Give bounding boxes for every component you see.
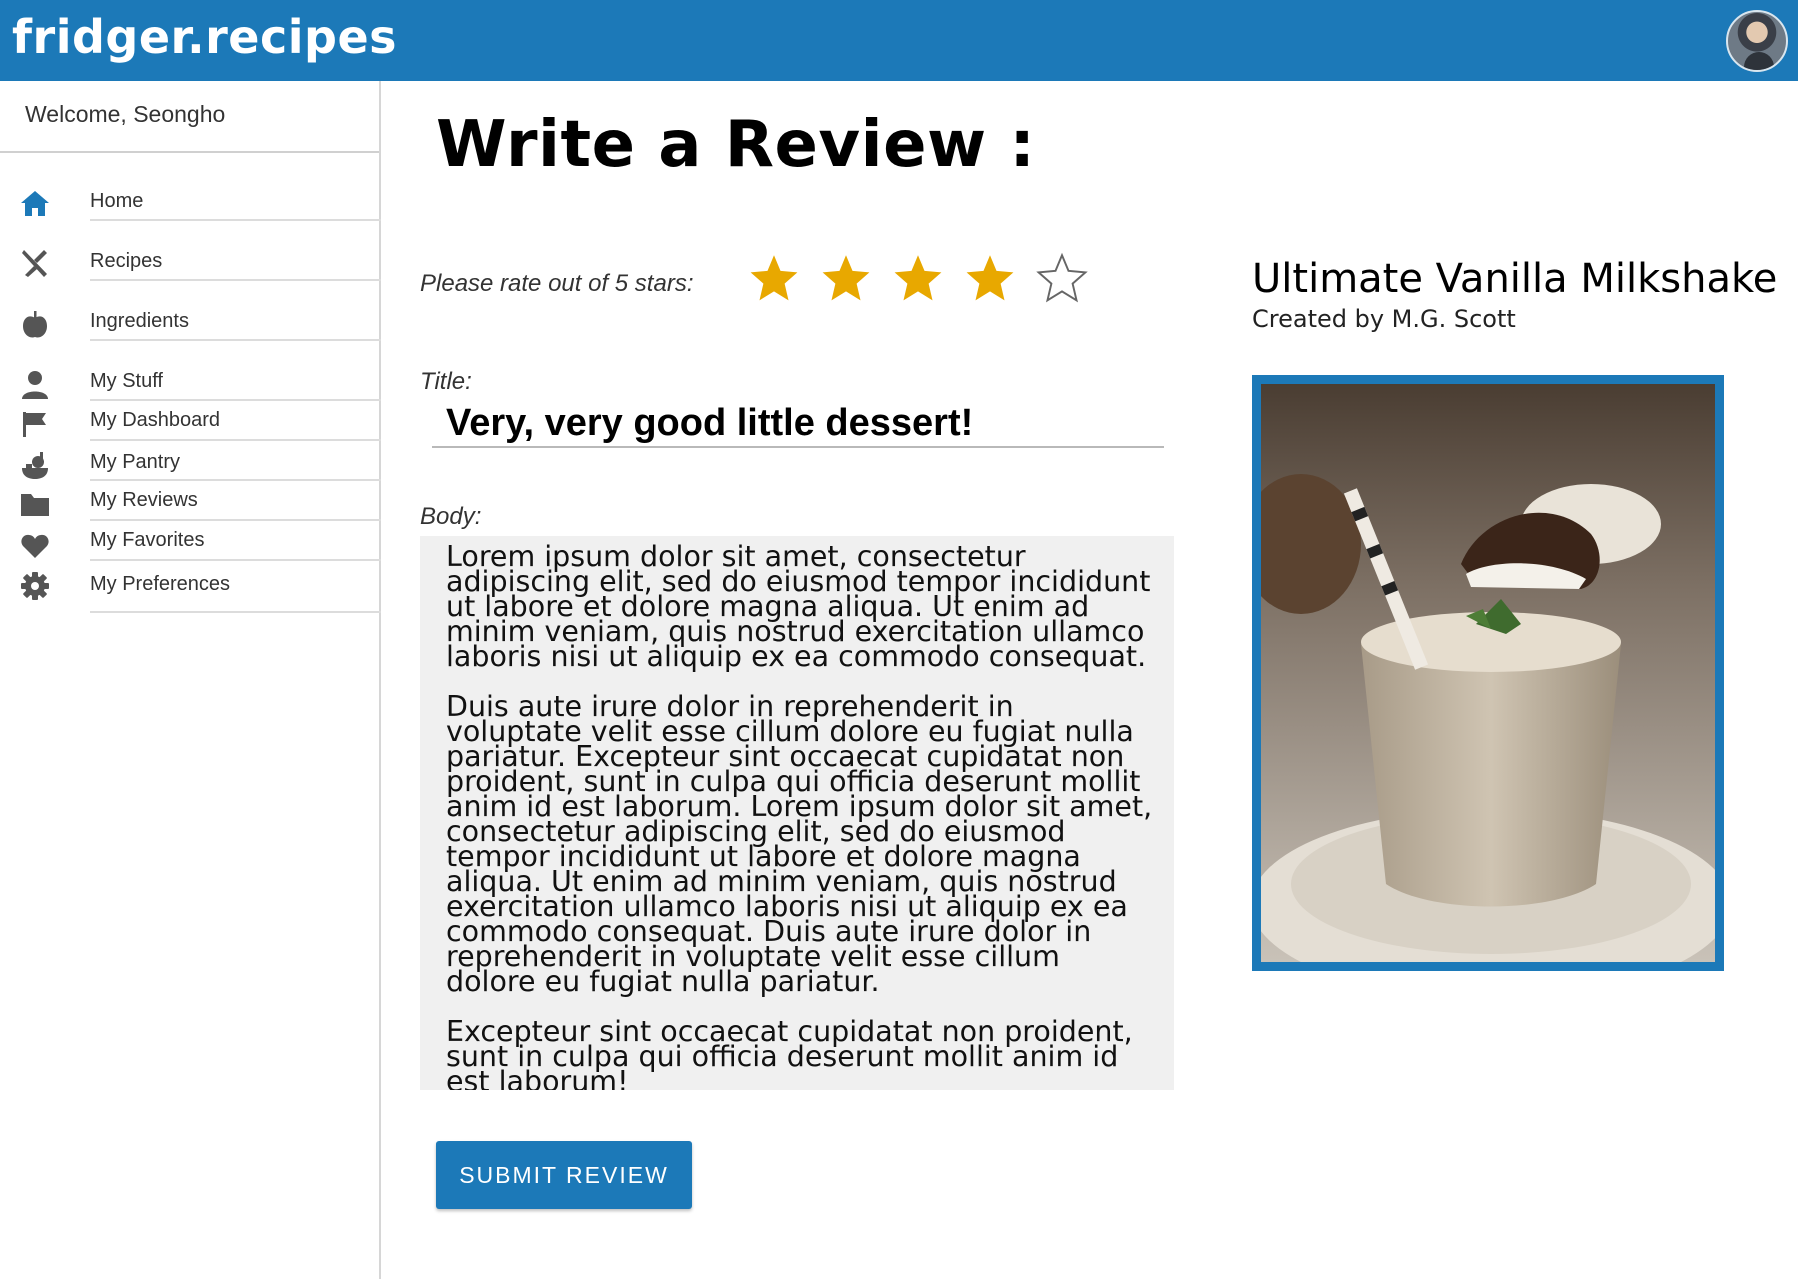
sidebar-item-label: Home	[90, 190, 144, 212]
sidebar-item-recipes[interactable]: Recipes	[0, 236, 381, 296]
sidebar-item-home[interactable]: Home	[0, 176, 381, 236]
milkshake-photo	[1261, 384, 1715, 962]
welcome-text: Welcome, Seongho	[0, 81, 379, 153]
sidebar-item-my-pantry[interactable]: My Pantry	[0, 441, 381, 481]
sidebar-item-my-favorites[interactable]: My Favorites	[0, 521, 381, 561]
sidebar-item-label: My Reviews	[90, 489, 198, 511]
body-paragraph: Excepteur sint occaecat cupidatat non pr…	[446, 1015, 1133, 1090]
sidebar-item-my-preferences[interactable]: My Preferences	[0, 561, 381, 605]
sidebar-item-my-reviews[interactable]: My Reviews	[0, 481, 381, 521]
star-icon[interactable]	[892, 252, 944, 304]
sidebar-item-label: My Dashboard	[90, 409, 221, 431]
body-label: Body:	[420, 503, 482, 530]
body-paragraph: Duis aute irure dolor in reprehenderit i…	[446, 690, 1153, 998]
star-rating[interactable]	[748, 252, 1088, 304]
submit-review-button[interactable]: SUBMIT REVIEW	[436, 1141, 692, 1209]
user-avatar[interactable]	[1726, 10, 1788, 72]
recipe-name: Ultimate Vanilla Milkshake	[1252, 256, 1778, 302]
sidebar-item-label: Recipes	[90, 250, 163, 272]
review-title-input[interactable]	[432, 400, 1164, 448]
sidebar-item-label: My Preferences	[90, 573, 231, 595]
folder-icon	[20, 489, 50, 519]
review-body-textarea[interactable]: Lorem ipsum dolor sit amet, consectetur …	[420, 536, 1174, 1090]
body-paragraph: Lorem ipsum dolor sit amet, consectetur …	[446, 540, 1151, 673]
star-icon[interactable]	[964, 252, 1016, 304]
recipe-author: Created by M.G. Scott	[1252, 305, 1516, 333]
pantry-icon	[20, 451, 50, 481]
user-icon	[20, 370, 50, 400]
apple-icon	[20, 310, 50, 340]
sidebar-item-my-dashboard[interactable]: My Dashboard	[0, 401, 381, 441]
sidebar: Welcome, Seongho Home Recipes Ingredient…	[0, 81, 381, 1279]
sidebar-item-label: My Favorites	[90, 529, 205, 551]
star-icon[interactable]	[1036, 252, 1088, 304]
star-icon[interactable]	[748, 252, 800, 304]
top-bar: fridger.recipes	[0, 0, 1798, 81]
title-label: Title:	[420, 368, 472, 395]
rating-label: Please rate out of 5 stars:	[420, 270, 694, 297]
sidebar-item-ingredients[interactable]: Ingredients	[0, 296, 381, 356]
sidebar-item-label: My Stuff	[90, 370, 163, 392]
page-title: Write a Review :	[436, 108, 1036, 182]
gear-icon	[20, 571, 50, 601]
brand-logo[interactable]: fridger.recipes	[12, 10, 397, 64]
home-icon	[20, 188, 50, 218]
sidebar-item-label: Ingredients	[90, 310, 189, 332]
utensils-icon	[20, 248, 50, 278]
flag-icon	[20, 409, 50, 439]
heart-icon	[20, 531, 50, 561]
sidebar-item-label: My Pantry	[90, 451, 181, 473]
star-icon[interactable]	[820, 252, 872, 304]
recipe-photo-frame	[1252, 375, 1724, 971]
